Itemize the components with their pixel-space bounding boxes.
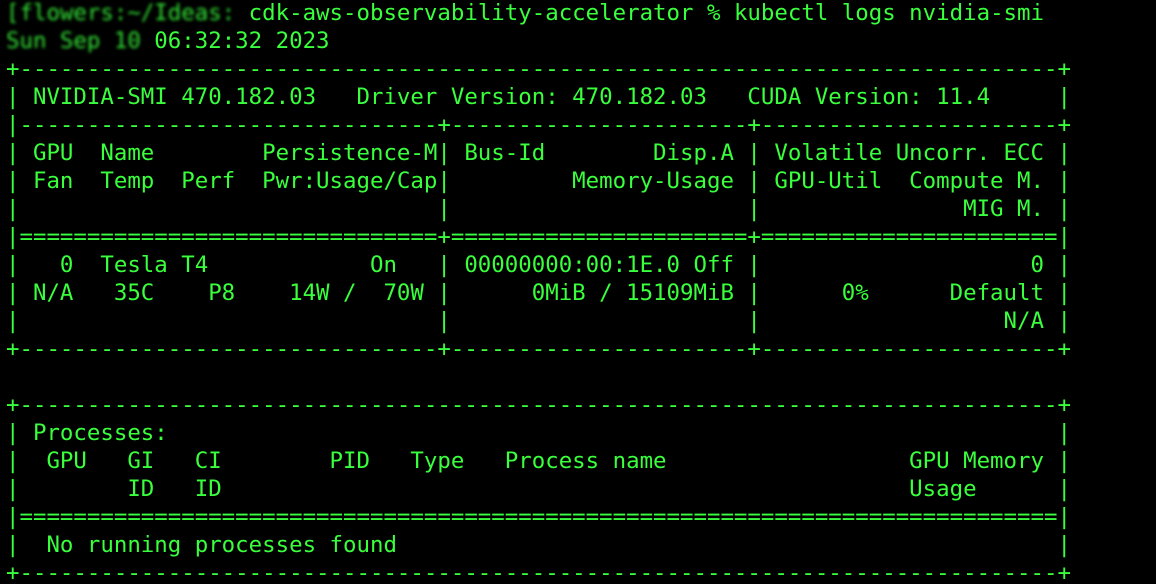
gpu-row-3: | | | N/A | — [6, 308, 1071, 334]
processes-top-border: +---------------------------------------… — [6, 392, 1071, 418]
timestamp-text: 06:32:32 2023 — [140, 28, 330, 54]
header-row-3: | | | MIG M. | — [6, 196, 1071, 222]
processes-header-1: | GPU GI CI PID Type Process name GPU Me… — [6, 448, 1071, 474]
redacted-date: Sun Sep 10 — [6, 28, 141, 54]
command-prompt-line: [flowers:~/Ideas: cdk-aws-observability-… — [6, 0, 1156, 27]
terminal-output: [flowers:~/Ideas: cdk-aws-observability-… — [6, 0, 1156, 583]
redacted-prompt-host: [flowers:~/Ideas: — [6, 0, 236, 26]
terminal-window: { "terminal": { "prompt_host_redacted": … — [0, 0, 1156, 584]
table-bottom-border: +-------------------------------+-------… — [6, 336, 1071, 362]
prompt-command-text: cdk-aws-observability-accelerator % kube… — [235, 0, 1044, 26]
processes-bottom-border: +---------------------------------------… — [6, 560, 1071, 583]
header-row-2: | Fan Temp Perf Pwr:Usage/Cap| Memory-Us… — [6, 168, 1071, 194]
header-row-1: | GPU Name Persistence-M| Bus-Id Disp.A … — [6, 140, 1071, 166]
gpu-row-2: | N/A 35C P8 14W / 70W | 0MiB / 15109MiB… — [6, 280, 1071, 306]
gpu-row-1: | 0 Tesla T4 On | 00000000:00:1E.0 Off |… — [6, 252, 1071, 278]
timestamp-line: Sun Sep 10 06:32:32 2023 — [6, 27, 1156, 55]
table-divider: |-------------------------------+-------… — [6, 112, 1071, 138]
no-processes-message: | No running processes found | — [6, 532, 1071, 558]
processes-title: | Processes: | — [6, 420, 1071, 446]
table-top-border: +---------------------------------------… — [6, 56, 1071, 82]
header-separator: |===============================+=======… — [6, 224, 1071, 250]
processes-separator: |=======================================… — [6, 504, 1071, 530]
processes-header-2: | ID ID Usage | — [6, 476, 1071, 502]
driver-info-line: | NVIDIA-SMI 470.182.03 Driver Version: … — [6, 84, 1071, 110]
